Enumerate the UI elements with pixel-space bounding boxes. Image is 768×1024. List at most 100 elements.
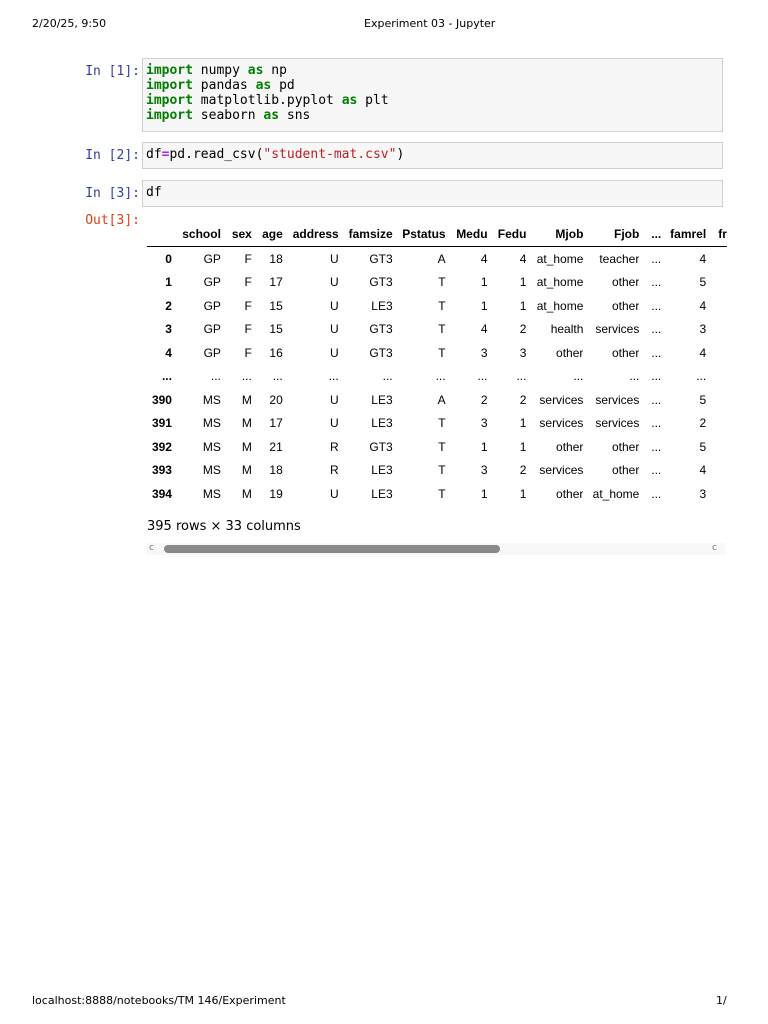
code-text: matplotlib.pyplot — [192, 93, 342, 108]
table-cell: ... — [516, 369, 527, 384]
table-cell — [706, 365, 727, 389]
table-cell: 2 — [519, 322, 527, 337]
keyword: import — [146, 108, 193, 123]
table-cell: 17 — [269, 275, 283, 290]
table-cell: GP — [203, 322, 221, 337]
table-cell: other — [611, 463, 640, 478]
table-cell: 4 — [519, 251, 527, 266]
table-cell: M — [241, 439, 252, 454]
table-cell: services — [539, 416, 584, 431]
table-cell: 4 — [699, 463, 707, 478]
table-cell — [706, 341, 727, 365]
table-cell — [706, 435, 727, 459]
table-cell: services — [595, 392, 640, 407]
scroll-right-icon[interactable]: c — [712, 543, 717, 553]
table-cell: teacher — [599, 251, 640, 266]
table-cell: T — [438, 416, 446, 431]
column-header: address — [282, 222, 339, 247]
table-cell: ... — [435, 369, 446, 384]
table-cell: 1 — [480, 486, 488, 501]
scrollbar-thumb[interactable] — [164, 545, 500, 553]
table-cell: 4 — [480, 251, 488, 266]
table-cell: 3 — [699, 322, 707, 337]
table-cell: other — [611, 345, 640, 360]
table-cell: 5 — [699, 439, 707, 454]
table-cell: ... — [241, 369, 252, 384]
code-cell-3[interactable]: df — [142, 180, 723, 207]
keyword: import — [146, 63, 193, 78]
code-text: seaborn — [192, 108, 264, 123]
page-number: 1/ — [716, 994, 727, 1007]
table-cell: U — [330, 416, 339, 431]
table-cell: ... — [651, 369, 662, 384]
table-cell: 3 — [480, 416, 488, 431]
table-cell — [706, 388, 727, 412]
code-text: sns — [279, 108, 311, 123]
table-cell: U — [330, 345, 339, 360]
column-header: sex — [220, 222, 252, 247]
table-row: 390 MS M 20 U LE3 A 2 2 services services... 5 — [147, 388, 727, 412]
row-index: 391 — [151, 416, 172, 431]
table-cell: other — [556, 486, 584, 501]
table-cell — [706, 294, 727, 318]
table-cell: ... — [651, 392, 662, 407]
row-index: 393 — [151, 463, 172, 478]
table-cell: 1 — [519, 416, 527, 431]
table-cell: F — [244, 275, 252, 290]
table-row: 393 MS M 18 R LE3 T 3 2 services other... 4 — [147, 459, 727, 483]
scroll-left-icon[interactable]: c — [149, 543, 154, 553]
string-literal: "student-mat.csv" — [263, 147, 397, 162]
table-cell: F — [244, 298, 252, 313]
table-cell: ... — [629, 369, 640, 384]
row-index: 392 — [151, 439, 172, 454]
table-cell: M — [241, 486, 252, 501]
table-cell: GT3 — [369, 251, 393, 266]
table-cell: LE3 — [371, 298, 393, 313]
row-index: 394 — [151, 486, 172, 501]
table-cell — [706, 318, 727, 342]
column-header: Mjob — [526, 222, 584, 247]
table-row: 2 GP F 15 U LE3 T 1 1 at_home other... 4 — [147, 294, 727, 318]
table-cell: 21 — [269, 439, 283, 454]
table-cell: at_home — [536, 251, 584, 266]
row-index: 390 — [151, 392, 172, 407]
column-header: fr — [706, 222, 727, 247]
table-cell: MS — [202, 463, 221, 478]
table-cell — [706, 412, 727, 436]
column-header: Fjob — [583, 222, 640, 247]
dataframe-output: school sex age address famsize Pstatus Medu Fed… — [147, 222, 727, 507]
table-cell: A — [437, 392, 446, 407]
row-index: 3 — [165, 322, 172, 337]
table-row: ....................................... — [147, 365, 727, 389]
column-header: age — [251, 222, 283, 247]
table-cell: GT3 — [369, 322, 393, 337]
column-header: famrel — [661, 222, 707, 247]
column-header: Medu — [445, 222, 488, 247]
table-cell: M — [241, 392, 252, 407]
table-cell: LE3 — [371, 463, 393, 478]
row-index: 2 — [165, 298, 172, 313]
cell-2-prompt: In [2]: — [85, 148, 140, 163]
table-header-row: school sex age address famsize Pstatus Medu Fed… — [147, 222, 727, 247]
table-cell: U — [330, 392, 339, 407]
table-cell: ... — [696, 369, 707, 384]
table-cell: 1 — [519, 298, 527, 313]
horizontal-scrollbar[interactable]: c c — [147, 543, 725, 555]
table-cell: 3 — [480, 345, 488, 360]
code-cell-2[interactable]: df=pd.read_csv("student-mat.csv") — [142, 142, 723, 169]
table-cell: 20 — [269, 392, 283, 407]
table-cell: 3 — [699, 486, 707, 501]
table-cell: ... — [651, 345, 662, 360]
table-cell: GT3 — [369, 345, 393, 360]
table-cell: M — [241, 463, 252, 478]
keyword: as — [255, 78, 272, 93]
table-row: 1 GP F 17 U GT3 T 1 1 at_home other... 5 — [147, 271, 727, 295]
code-cell-1[interactable]: import numpy as np import pandas as pd i… — [142, 58, 723, 132]
table-cell: GP — [203, 345, 221, 360]
table-cell: services — [539, 392, 584, 407]
table-cell: 4 — [480, 322, 488, 337]
table-cell: U — [330, 322, 339, 337]
column-header: Pstatus — [392, 222, 446, 247]
keyword: import — [146, 78, 193, 93]
table-cell: U — [330, 486, 339, 501]
